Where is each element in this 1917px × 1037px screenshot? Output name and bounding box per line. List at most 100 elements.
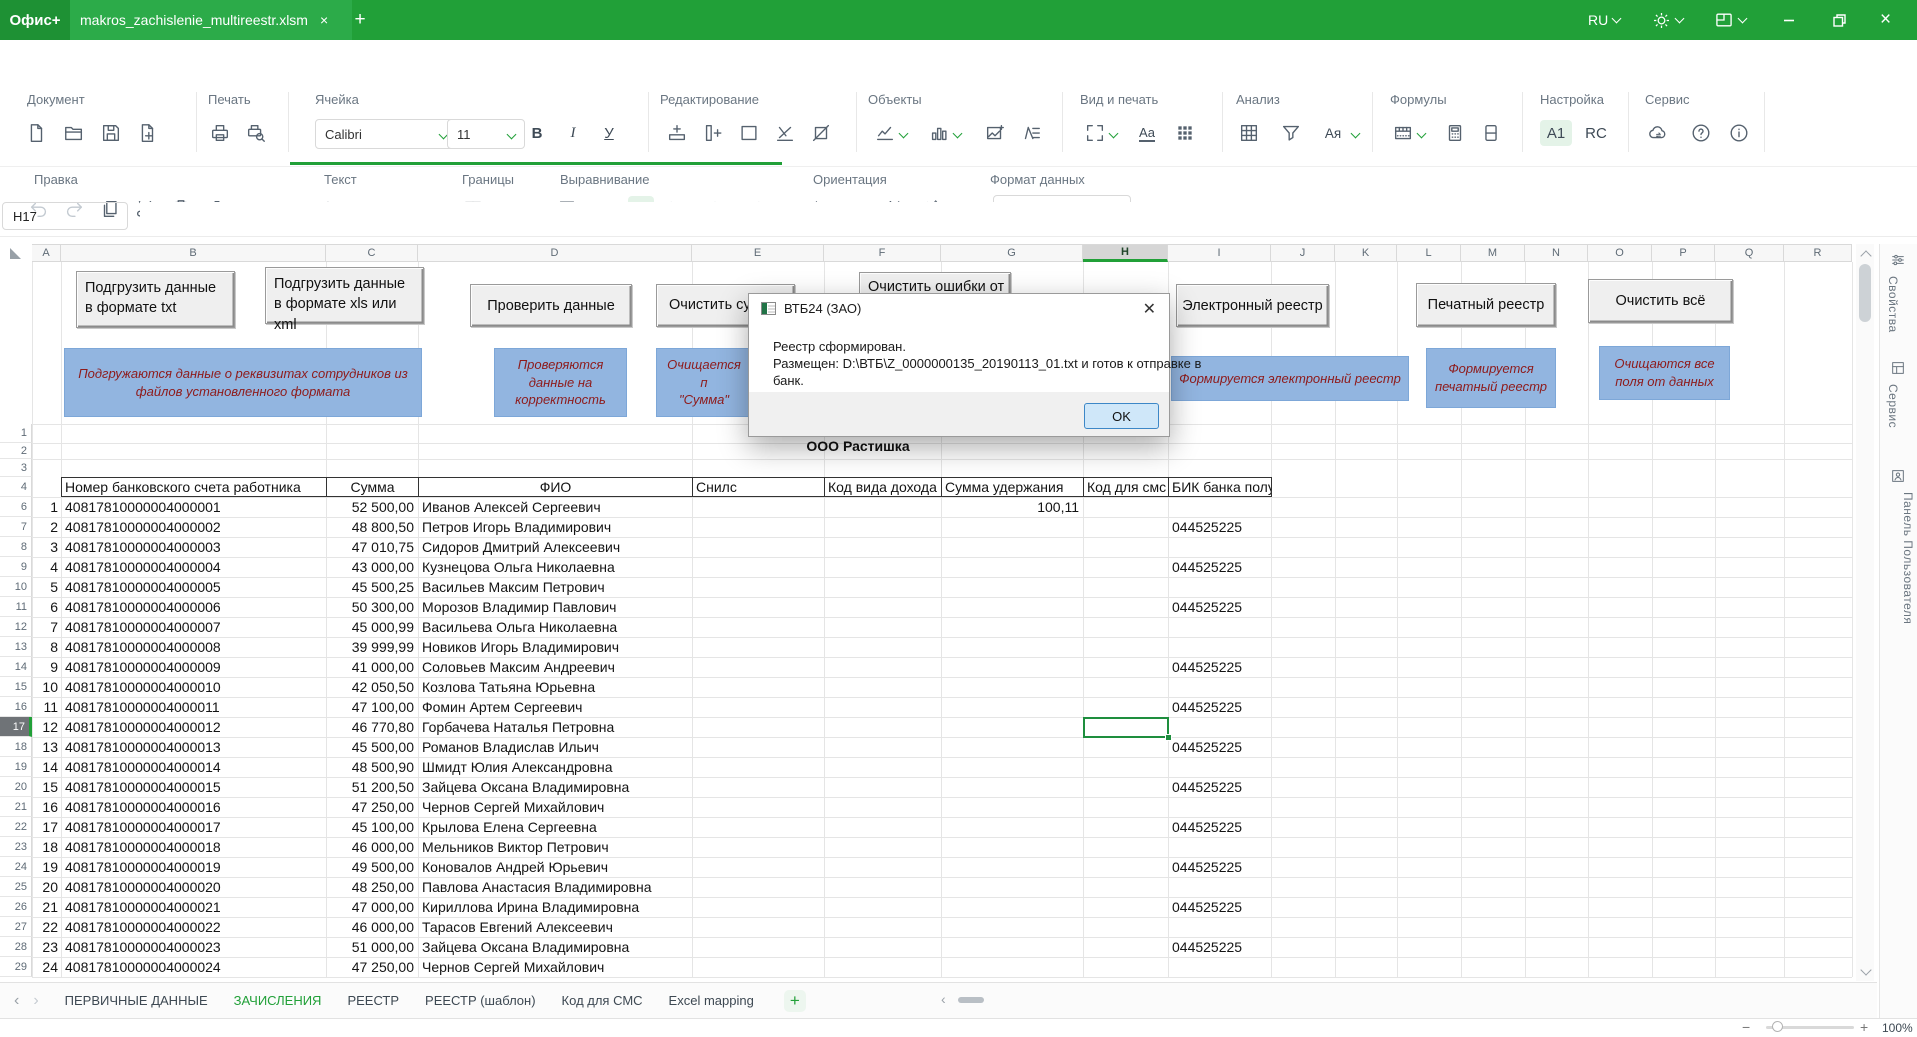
column-header-L[interactable]: L: [1397, 244, 1461, 262]
selected-cell-H17[interactable]: [1083, 717, 1169, 738]
sheet-tab-ПЕРВИЧНЫЕ ДАННЫЕ[interactable]: ПЕРВИЧНЫЕ ДАННЫЕ: [65, 993, 208, 1008]
cell-index[interactable]: 23: [32, 937, 58, 957]
cell-account[interactable]: 40817810000004000005: [65, 577, 321, 597]
cell-sum[interactable]: 45 000,99: [330, 617, 414, 637]
cell-account[interactable]: 40817810000004000012: [65, 717, 321, 737]
row-header-23[interactable]: 23: [0, 837, 32, 857]
cell-account[interactable]: 40817810000004000023: [65, 937, 321, 957]
cell-fio[interactable]: Сидоров Дмитрий Алексеевич: [422, 537, 688, 557]
row-header-20[interactable]: 20: [0, 777, 32, 797]
table-header-bik[interactable]: БИК банка получателя: [1168, 477, 1272, 497]
cell-index[interactable]: 6: [32, 597, 58, 617]
function-button[interactable]: [1390, 120, 1416, 146]
row-header-24[interactable]: 24: [0, 857, 32, 877]
theme-selector[interactable]: [1652, 0, 1685, 40]
column-header-Q[interactable]: Q: [1715, 244, 1784, 262]
cell-account[interactable]: 40817810000004000008: [65, 637, 321, 657]
cell-sum[interactable]: 45 500,00: [330, 737, 414, 757]
cell-account[interactable]: 40817810000004000001: [65, 497, 321, 517]
bold-button[interactable]: B: [524, 120, 550, 146]
row-header-11[interactable]: 11: [0, 597, 32, 617]
cell-index[interactable]: 7: [32, 617, 58, 637]
cell-bik[interactable]: 044525225: [1172, 597, 1267, 617]
table-header-snils[interactable]: Снилс: [692, 477, 825, 497]
cell-index[interactable]: 22: [32, 917, 58, 937]
table-header-fio[interactable]: ФИО: [418, 477, 693, 497]
print-registry-button[interactable]: Печатный реестр: [1416, 283, 1556, 327]
table-header-account[interactable]: Номер банковского счета работника: [61, 477, 327, 497]
sheet-tab-РЕЕСТР[interactable]: РЕЕСТР: [347, 993, 399, 1008]
table-header-sms[interactable]: Код для смс: [1083, 477, 1169, 497]
row-header-25[interactable]: 25: [0, 877, 32, 897]
font-name-select[interactable]: Calibri: [315, 119, 457, 149]
cell-account[interactable]: 40817810000004000009: [65, 657, 321, 677]
headers-toggle-button[interactable]: Aa: [1134, 120, 1160, 146]
cell-account[interactable]: 40817810000004000003: [65, 537, 321, 557]
insert-column-button[interactable]: [700, 120, 726, 146]
cell-account[interactable]: 40817810000004000020: [65, 877, 321, 897]
app-menu-button[interactable]: Офис+: [0, 0, 70, 40]
cell-account[interactable]: 40817810000004000017: [65, 817, 321, 837]
row-header-3[interactable]: 3: [0, 459, 32, 477]
cell-reference-button[interactable]: [1478, 120, 1504, 146]
clear-cell-button[interactable]: [808, 120, 834, 146]
row-header-29[interactable]: 29: [0, 957, 32, 977]
cell-fio[interactable]: Зайцева Оксана Владимировна: [422, 777, 688, 797]
cell-fio[interactable]: Кириллова Ирина Владимировна: [422, 897, 688, 917]
dialog-ok-button[interactable]: OK: [1084, 403, 1159, 429]
cell-index[interactable]: 19: [32, 857, 58, 877]
cell-fio[interactable]: Мельников Виктор Петрович: [422, 837, 688, 857]
cell-sum[interactable]: 39 999,99: [330, 637, 414, 657]
column-header-O[interactable]: O: [1588, 244, 1652, 262]
chevron-down-icon[interactable]: [1350, 128, 1361, 139]
cell-fio[interactable]: Павлова Анастасия Владимировна: [422, 877, 688, 897]
new-tab-button[interactable]: +: [348, 8, 372, 32]
cell-fio[interactable]: Иванов Алексей Сергеевич: [422, 497, 688, 517]
row-header-22[interactable]: 22: [0, 817, 32, 837]
hscroll-left-icon[interactable]: ‹: [941, 991, 946, 1007]
cell-sum[interactable]: 48 500,90: [330, 757, 414, 777]
cell-fio[interactable]: Чернов Сергей Михайлович: [422, 797, 688, 817]
info-button[interactable]: [1726, 120, 1752, 146]
new-document-button[interactable]: [23, 120, 49, 146]
row-header-15[interactable]: 15: [0, 677, 32, 697]
cell-sum[interactable]: 51 000,00: [330, 937, 414, 957]
column-header-K[interactable]: K: [1335, 244, 1397, 262]
cell-sum[interactable]: 41 000,00: [330, 657, 414, 677]
filter-button[interactable]: [1278, 120, 1304, 146]
cell-bik[interactable]: 044525225: [1172, 557, 1267, 577]
cell-sum[interactable]: 50 300,00: [330, 597, 414, 617]
row-header-6[interactable]: 6: [0, 497, 32, 517]
cell-account[interactable]: 40817810000004000018: [65, 837, 321, 857]
tabs-scroll-left-icon[interactable]: ‹: [14, 992, 19, 1010]
row-header-18[interactable]: 18: [0, 737, 32, 757]
cell-retention[interactable]: 100,11: [941, 497, 1079, 517]
row-header-13[interactable]: 13: [0, 637, 32, 657]
close-window-button[interactable]: ×: [1880, 0, 1891, 40]
cell-sum[interactable]: 49 500,00: [330, 857, 414, 877]
cell-index[interactable]: 5: [32, 577, 58, 597]
cell-sum[interactable]: 47 100,00: [330, 697, 414, 717]
add-sheet-button[interactable]: +: [783, 989, 806, 1012]
underline-button[interactable]: У: [596, 120, 622, 146]
cell-bik[interactable]: 044525225: [1172, 697, 1267, 717]
sort-button[interactable]: Ая: [1316, 120, 1350, 146]
cell-sum[interactable]: 45 100,00: [330, 817, 414, 837]
cell-fio[interactable]: Петров Игорь Владимирович: [422, 517, 688, 537]
column-header-C[interactable]: C: [326, 244, 418, 262]
select-all-corner[interactable]: [10, 248, 21, 259]
row-header-4[interactable]: 4: [0, 477, 32, 497]
cell-fio[interactable]: Васильев Максим Петрович: [422, 577, 688, 597]
cell-fio[interactable]: Фомин Артем Сергеевич: [422, 697, 688, 717]
zoom-out-button[interactable]: −: [1742, 1019, 1750, 1035]
insert-line-chart-button[interactable]: [872, 120, 898, 146]
user-panel-icon[interactable]: [1890, 468, 1906, 484]
cell-index[interactable]: 24: [32, 957, 58, 977]
cell-sum[interactable]: 48 250,00: [330, 877, 414, 897]
cell-account[interactable]: 40817810000004000010: [65, 677, 321, 697]
cell-sum[interactable]: 47 250,00: [330, 957, 414, 977]
cell-sum[interactable]: 47 000,00: [330, 897, 414, 917]
row-header-9[interactable]: 9: [0, 557, 32, 577]
cell-index[interactable]: 3: [32, 537, 58, 557]
cell-sum[interactable]: 48 800,50: [330, 517, 414, 537]
